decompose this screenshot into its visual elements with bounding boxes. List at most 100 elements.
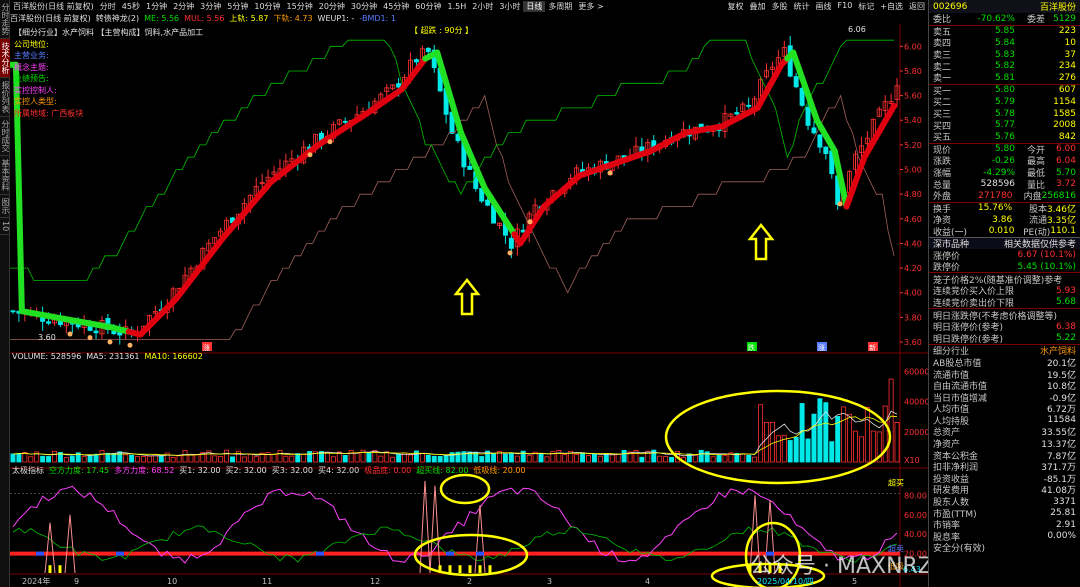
date-axis-label: 9: [74, 577, 79, 586]
volume-bar: [146, 455, 152, 463]
volume-bar: [105, 452, 111, 463]
tool-button-7[interactable]: +自选: [877, 1, 906, 12]
indicator-axis-label: 40.00: [904, 530, 927, 539]
bids-price: 5.77: [994, 120, 1015, 131]
volume-bar: [176, 455, 182, 463]
volume-bar: [425, 454, 431, 463]
volume-bar: [609, 453, 615, 463]
tool-button-6[interactable]: 标记: [855, 1, 877, 12]
period-button-18[interactable]: 更多 >: [575, 1, 606, 12]
overlay-line-3: 概念主题:: [14, 62, 49, 72]
bids-volume: 607: [1058, 85, 1076, 96]
period-button-12[interactable]: 60分钟: [412, 1, 444, 12]
asks-row-0[interactable]: 卖五 5.85 223: [929, 26, 1080, 38]
limit-value: 6.67 (10.1%): [1017, 250, 1076, 261]
quote-label-2: 内盘: [1023, 192, 1042, 203]
period-button-5[interactable]: 3分钟: [197, 1, 224, 12]
up-arrow-icon: [747, 222, 775, 261]
overlay-line-1: 公司地位:: [14, 39, 49, 49]
period-button-3[interactable]: 1分钟: [143, 1, 170, 12]
price-tick-label: 4.80: [904, 190, 922, 199]
candle-body: [746, 104, 752, 107]
bids-price: 5.80: [994, 85, 1015, 96]
left-tab-technical[interactable]: 技术分析: [0, 39, 10, 78]
volume-bar: [841, 406, 847, 463]
asks-row-3[interactable]: 卖二 5.82 234: [929, 60, 1080, 73]
volume-bar: [544, 456, 550, 463]
bids-row-4[interactable]: 买五 5.76 842: [929, 131, 1080, 144]
fundamental-value: 6.72万: [1046, 405, 1076, 416]
asks-volume: 223: [1058, 26, 1076, 37]
volume-bar: [853, 430, 858, 463]
volume-bar: [52, 450, 57, 463]
period-button-14[interactable]: 2小时: [469, 1, 496, 12]
signal-marker-label: 涨: [203, 343, 210, 352]
volume-bar: [443, 454, 449, 463]
bids-row-1[interactable]: 买二 5.79 1154: [929, 96, 1080, 109]
tool-button-4[interactable]: 画线: [813, 1, 835, 12]
volume-bar: [283, 455, 289, 463]
indicator-name[interactable]: 转债神龙(2): [96, 13, 139, 24]
committee-value: -70.62%: [977, 13, 1015, 24]
period-button-9[interactable]: 20分钟: [316, 1, 348, 12]
left-tab-trades[interactable]: 分时成交: [0, 117, 10, 156]
volume-bar: [235, 450, 241, 463]
period-button-6[interactable]: 5分钟: [224, 1, 251, 12]
volume-bar: [817, 398, 823, 463]
tool-button-5[interactable]: F10: [835, 1, 856, 12]
period-button-0[interactable]: 百洋股份(日线 前复权): [10, 1, 97, 12]
bids-volume: 842: [1058, 131, 1076, 142]
volume-bar: [194, 454, 200, 463]
tomorrow-row-0: 明日涨跌停(不考虑价格调整等): [929, 309, 1080, 322]
price-tick-label: 4.20: [904, 264, 922, 273]
bids-price: 5.76: [994, 131, 1015, 142]
stock-title: 002696 百洋股份: [929, 0, 1080, 13]
volume-bar: [10, 453, 16, 463]
tool-button-3[interactable]: 统计: [791, 1, 813, 12]
tool-button-1[interactable]: 叠加: [747, 1, 769, 12]
volume-bar: [645, 450, 651, 463]
taiji-value-1: 多方力度: 68.52: [114, 466, 175, 475]
quote-value-2: 6.04: [1055, 155, 1076, 166]
period-button-4[interactable]: 2分钟: [170, 1, 197, 12]
volume-bar: [603, 453, 609, 463]
tool-button-0[interactable]: 复权: [725, 1, 747, 12]
volume-bar: [502, 453, 508, 463]
bids-row-2[interactable]: 买三 5.78 1585: [929, 108, 1080, 121]
taiji-indicator-name[interactable]: 太极指标: [12, 465, 44, 476]
period-button-7[interactable]: 10分钟: [251, 1, 283, 12]
asks-volume: 10: [1064, 37, 1076, 48]
tool-button-8[interactable]: 返回: [906, 1, 928, 12]
period-button-15[interactable]: 3小时: [496, 1, 523, 12]
period-button-17[interactable]: 多周期: [545, 1, 575, 12]
left-tab-quote-list[interactable]: 报价列表: [0, 78, 10, 117]
period-button-8[interactable]: 15分钟: [284, 1, 316, 12]
asks-row-4[interactable]: 卖一 5.81 276: [929, 72, 1080, 85]
left-tab-intraday[interactable]: 分时走势: [0, 0, 10, 39]
volume-label: VOLUME: 528596: [12, 352, 82, 361]
volume-bar: [224, 449, 230, 463]
candle-body: [46, 321, 52, 324]
left-tab-ten[interactable]: 10: [0, 218, 10, 236]
period-button-10[interactable]: 30分钟: [348, 1, 380, 12]
period-button-11[interactable]: 45分钟: [380, 1, 412, 12]
highlight-ellipse: [664, 389, 892, 485]
signal-spike: [474, 505, 486, 574]
left-tab-diagram[interactable]: 图示: [0, 195, 10, 218]
bids-row-3[interactable]: 买四 5.77 2008: [929, 119, 1080, 132]
quote-value-2: 256816: [1041, 190, 1076, 201]
overlay-line-5: 实控控制人:: [14, 85, 57, 95]
left-tab-fundamentals[interactable]: 基本资料: [0, 156, 10, 195]
asks-price: 5.84: [994, 37, 1015, 48]
period-button-1[interactable]: 分时: [97, 1, 119, 12]
period-button-2[interactable]: 45秒: [119, 1, 143, 12]
asks-row-1[interactable]: 卖四 5.84 10: [929, 37, 1080, 50]
asks-row-2[interactable]: 卖三 5.83 37: [929, 49, 1080, 62]
fundamental-row-17: 安全分(有效): [929, 542, 1080, 554]
period-button-16[interactable]: 日线: [523, 0, 546, 12]
volume-bar: [508, 452, 514, 463]
tool-button-2[interactable]: 多股: [769, 1, 791, 12]
bids-row-0[interactable]: 买一 5.80 607: [929, 85, 1080, 97]
quote-row-2: 涨幅 -4.29% 最低 5.70: [929, 167, 1080, 180]
period-button-13[interactable]: 1.5H: [444, 2, 469, 11]
